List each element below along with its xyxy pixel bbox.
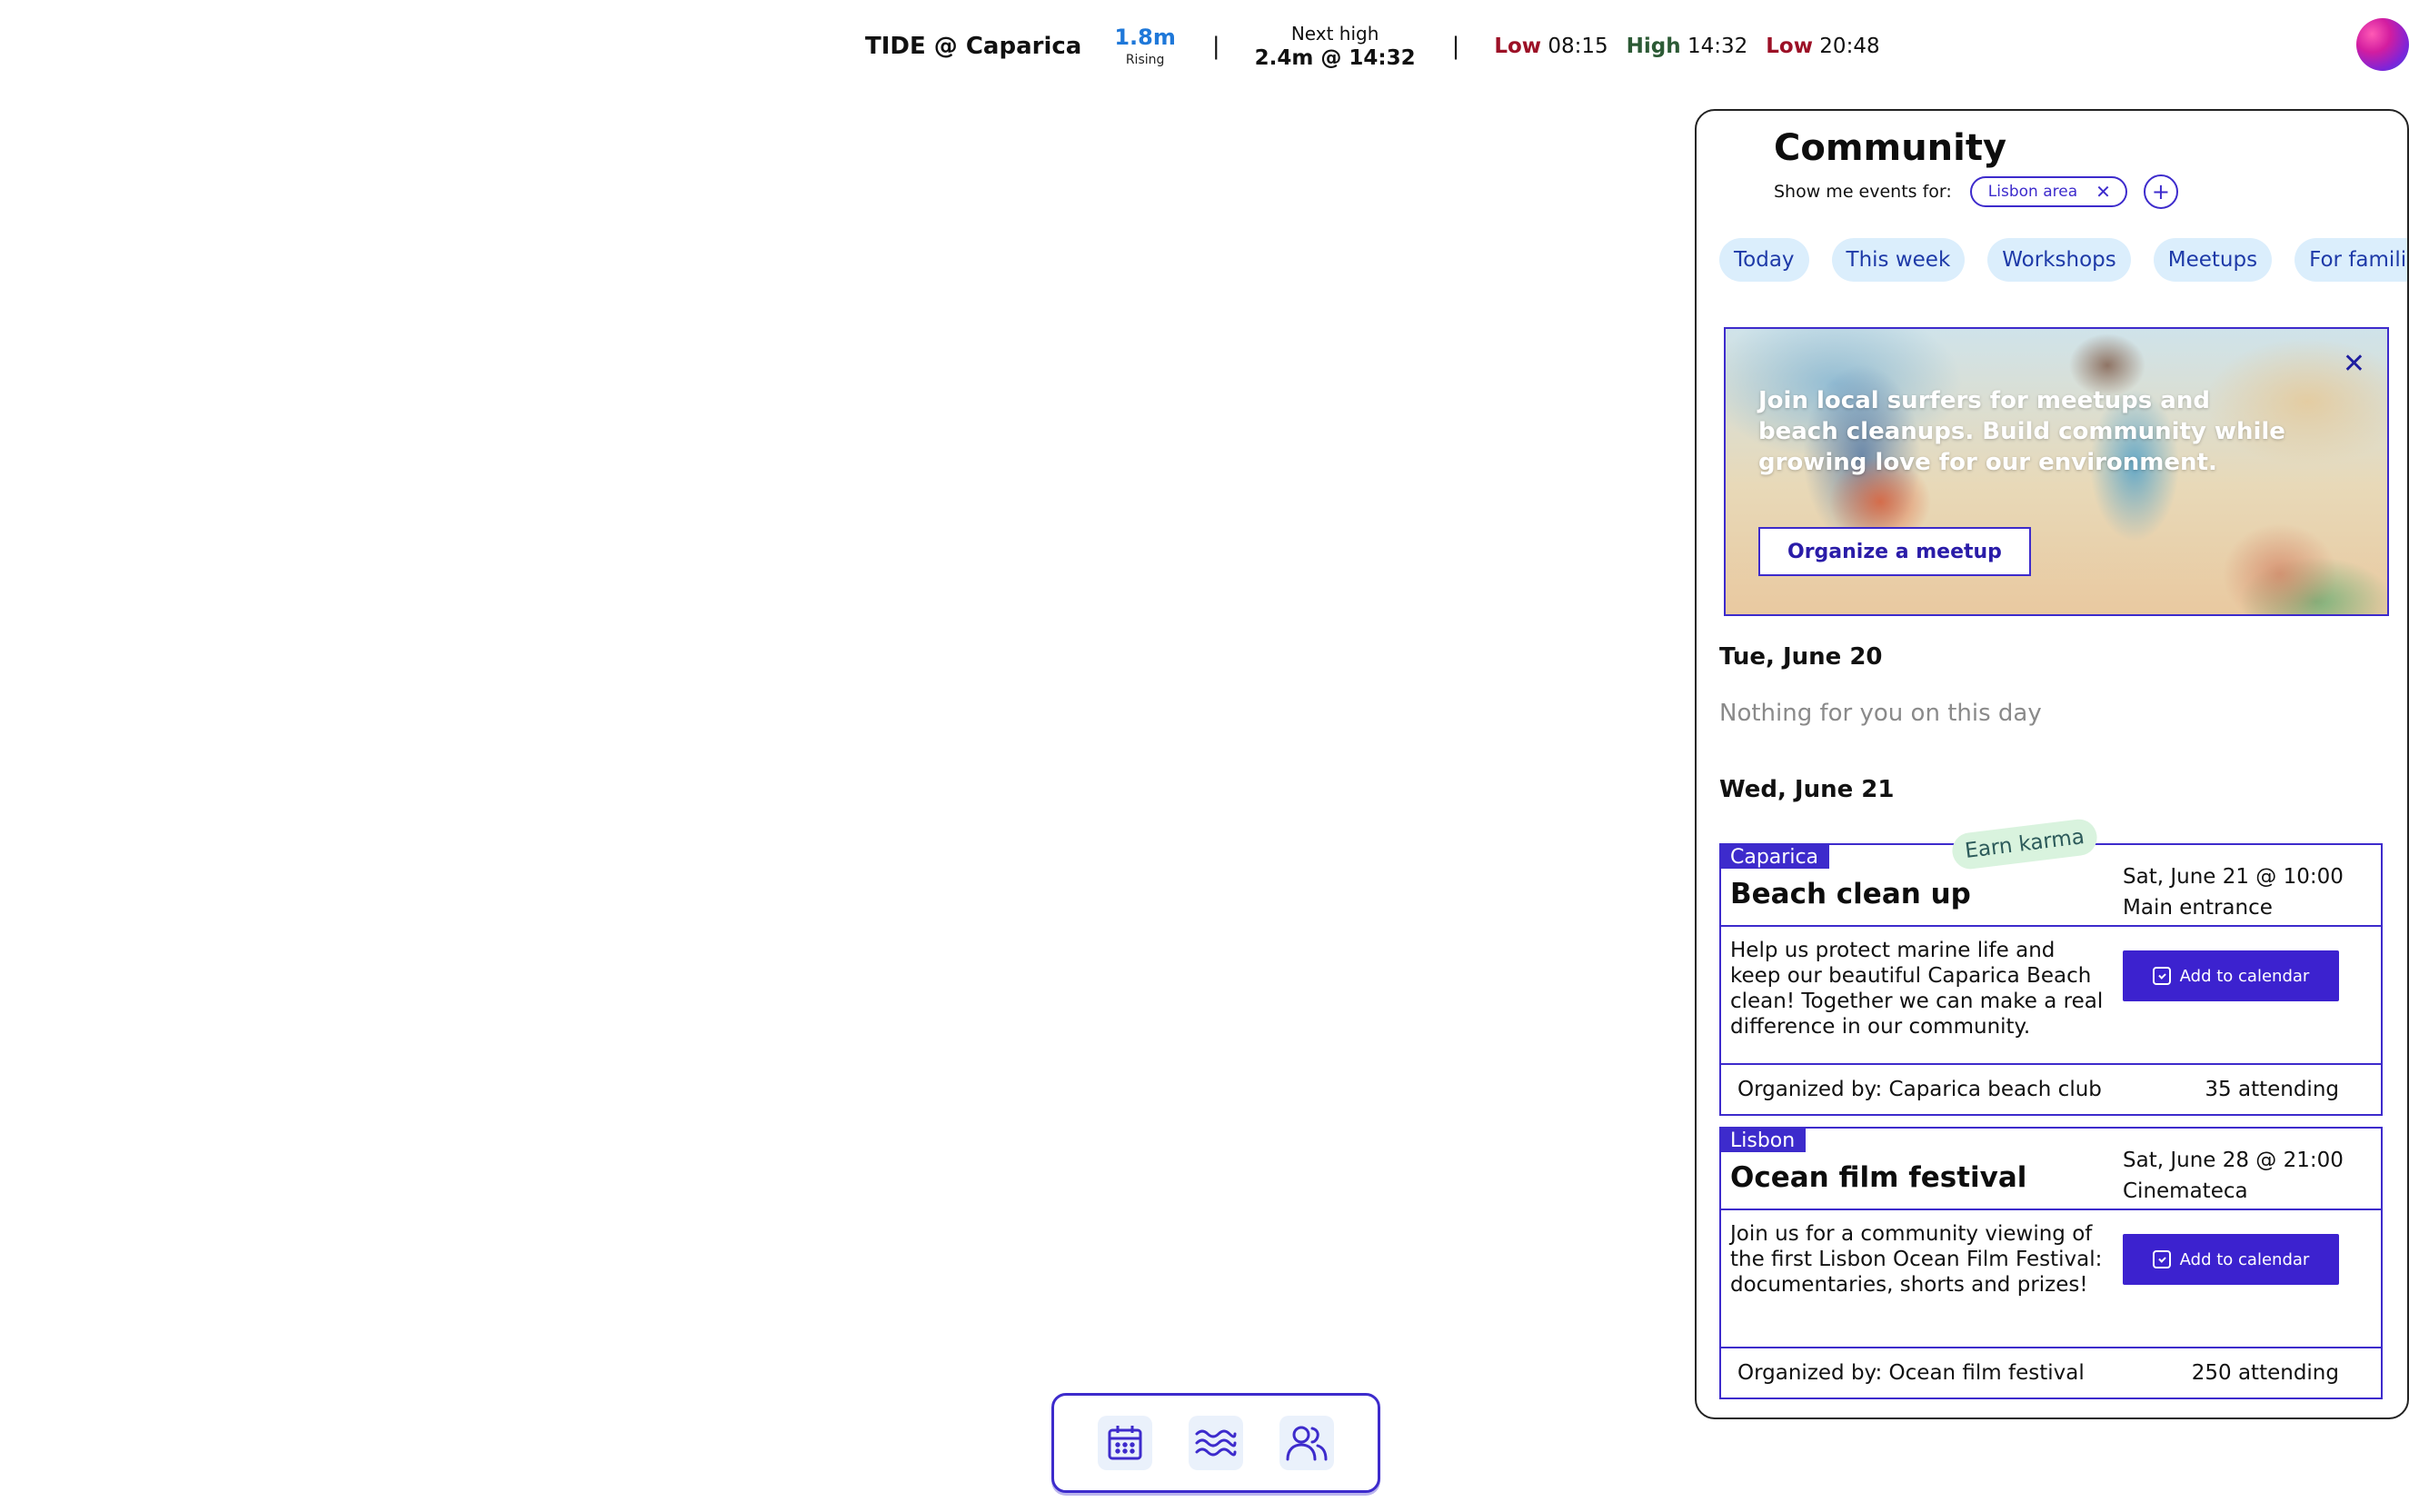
calendar-check-icon xyxy=(2152,1250,2171,1268)
divider: | xyxy=(1451,33,1460,60)
event-title: Beach clean up xyxy=(1730,878,1971,910)
add-to-calendar-label: Add to calendar xyxy=(2179,966,2310,986)
pill-this-week[interactable]: This week xyxy=(1831,238,1966,282)
divider: | xyxy=(1211,33,1220,60)
event-header: Lisbon Ocean film festival Sat, June 28 … xyxy=(1721,1129,2381,1210)
nav-tides-button[interactable] xyxy=(1189,1416,1243,1470)
plus-icon: + xyxy=(2151,179,2170,204)
close-icon[interactable]: ✕ xyxy=(2095,181,2111,203)
event-footer: Organized by: Caparica beach club 35 att… xyxy=(1721,1065,2381,1114)
tide-level: 1.8m Rising xyxy=(1114,26,1176,66)
bottom-nav xyxy=(1051,1393,1380,1493)
category-pills: Today This week Workshops Meetups For fa… xyxy=(1719,238,2407,282)
nav-community-button[interactable] xyxy=(1279,1416,1334,1470)
event-card[interactable]: Caparica Beach clean up Sat, June 21 @ 1… xyxy=(1719,843,2383,1116)
next-high-value: 2.4m @ 14:32 xyxy=(1254,45,1416,70)
tide-time-high: High 14:32 xyxy=(1627,35,1748,58)
tide-trend: Rising xyxy=(1125,53,1165,67)
tide-time-value: 20:48 xyxy=(1819,35,1880,58)
tide-level-value: 1.8m xyxy=(1114,25,1176,50)
panel-title: Community xyxy=(1774,127,2007,169)
tide-time-label: Low xyxy=(1766,35,1813,58)
location-chip-label: Lisbon area xyxy=(1987,183,2078,201)
tide-bar: TIDE @ Caparica 1.8m Rising | Next high … xyxy=(865,16,1880,76)
tide-location-title: TIDE @ Caparica xyxy=(865,33,1082,60)
calendar-icon xyxy=(1108,1426,1142,1460)
event-footer: Organized by: Ocean film festival 250 at… xyxy=(1721,1348,2381,1398)
pill-today[interactable]: Today xyxy=(1719,238,1809,282)
event-organizer: Organized by: Caparica beach club xyxy=(1737,1078,2102,1101)
next-high-label: Next high xyxy=(1290,22,1379,45)
location-filter: Show me events for: Lisbon area ✕ + xyxy=(1774,174,2178,209)
pill-meetups[interactable]: Meetups xyxy=(2153,238,2273,282)
tide-time-low-morning: Low 08:15 xyxy=(1494,35,1608,58)
calendar-check-icon xyxy=(2152,967,2171,985)
event-venue: Cinemateca xyxy=(2123,1179,2248,1203)
tide-time-low-evening: Low 20:48 xyxy=(1766,35,1879,58)
tide-time-label: High xyxy=(1626,35,1681,58)
tide-time-value: 14:32 xyxy=(1687,35,1748,58)
promo-text: Join local surfers for meetups and beach… xyxy=(1758,387,2285,476)
pill-workshops[interactable]: Workshops xyxy=(1987,238,2131,282)
event-venue: Main entrance xyxy=(2123,896,2273,920)
location-chip[interactable]: Lisbon area ✕ xyxy=(1969,176,2127,207)
add-to-calendar-label: Add to calendar xyxy=(2179,1249,2310,1269)
pill-for-families[interactable]: For families xyxy=(2295,238,2407,282)
add-to-calendar-button[interactable]: Add to calendar xyxy=(2123,950,2339,1001)
tide-time-value: 08:15 xyxy=(1548,35,1608,58)
day-heading: Tue, June 20 xyxy=(1719,643,1883,671)
event-attendance: 250 attending xyxy=(2191,1361,2339,1385)
user-avatar[interactable] xyxy=(2356,18,2409,71)
event-title: Ocean film festival xyxy=(1730,1161,2027,1194)
nav-calendar-button[interactable] xyxy=(1098,1416,1152,1470)
promo-banner: ✕ Join local surfers for meetups and bea… xyxy=(1724,327,2389,616)
event-date: Sat, June 28 @ 21:00 xyxy=(2123,1149,2344,1172)
day-heading: Wed, June 21 xyxy=(1719,776,1895,803)
tide-time-label: Low xyxy=(1494,35,1542,58)
event-organizer: Organized by: Ocean film festival xyxy=(1737,1361,2085,1385)
next-high: Next high 2.4m @ 14:32 xyxy=(1255,25,1416,69)
event-location-tag: Caparica xyxy=(1721,845,1830,869)
event-body: Join us for a community viewing of the f… xyxy=(1721,1210,2381,1348)
event-location-tag: Lisbon xyxy=(1721,1129,1807,1152)
organize-meetup-button[interactable]: Organize a meetup xyxy=(1758,527,2031,576)
add-location-button[interactable]: + xyxy=(2143,174,2178,209)
waves-icon xyxy=(1195,1429,1237,1457)
community-panel: Community Show me events for: Lisbon are… xyxy=(1695,109,2409,1419)
event-attendance: 35 attending xyxy=(2205,1078,2339,1101)
tide-times: Low 08:15 High 14:32 Low 20:48 xyxy=(1494,35,1879,58)
event-datetime: Sat, June 28 @ 21:00 Cinemateca xyxy=(2123,1145,2344,1207)
event-body: Help us protect marine life and keep our… xyxy=(1721,927,2381,1065)
event-description: Join us for a community viewing of the f… xyxy=(1730,1222,2103,1297)
close-icon[interactable]: ✕ xyxy=(2343,351,2365,378)
add-to-calendar-button[interactable]: Add to calendar xyxy=(2123,1234,2339,1285)
event-date: Sat, June 21 @ 10:00 xyxy=(2123,865,2344,889)
event-description: Help us protect marine life and keep our… xyxy=(1730,939,2104,1039)
event-card[interactable]: Lisbon Ocean film festival Sat, June 28 … xyxy=(1719,1127,2383,1399)
people-icon xyxy=(1286,1426,1328,1461)
event-datetime: Sat, June 21 @ 10:00 Main entrance xyxy=(2123,861,2344,923)
filter-label: Show me events for: xyxy=(1774,182,1952,202)
empty-day-text: Nothing for you on this day xyxy=(1719,700,2042,727)
